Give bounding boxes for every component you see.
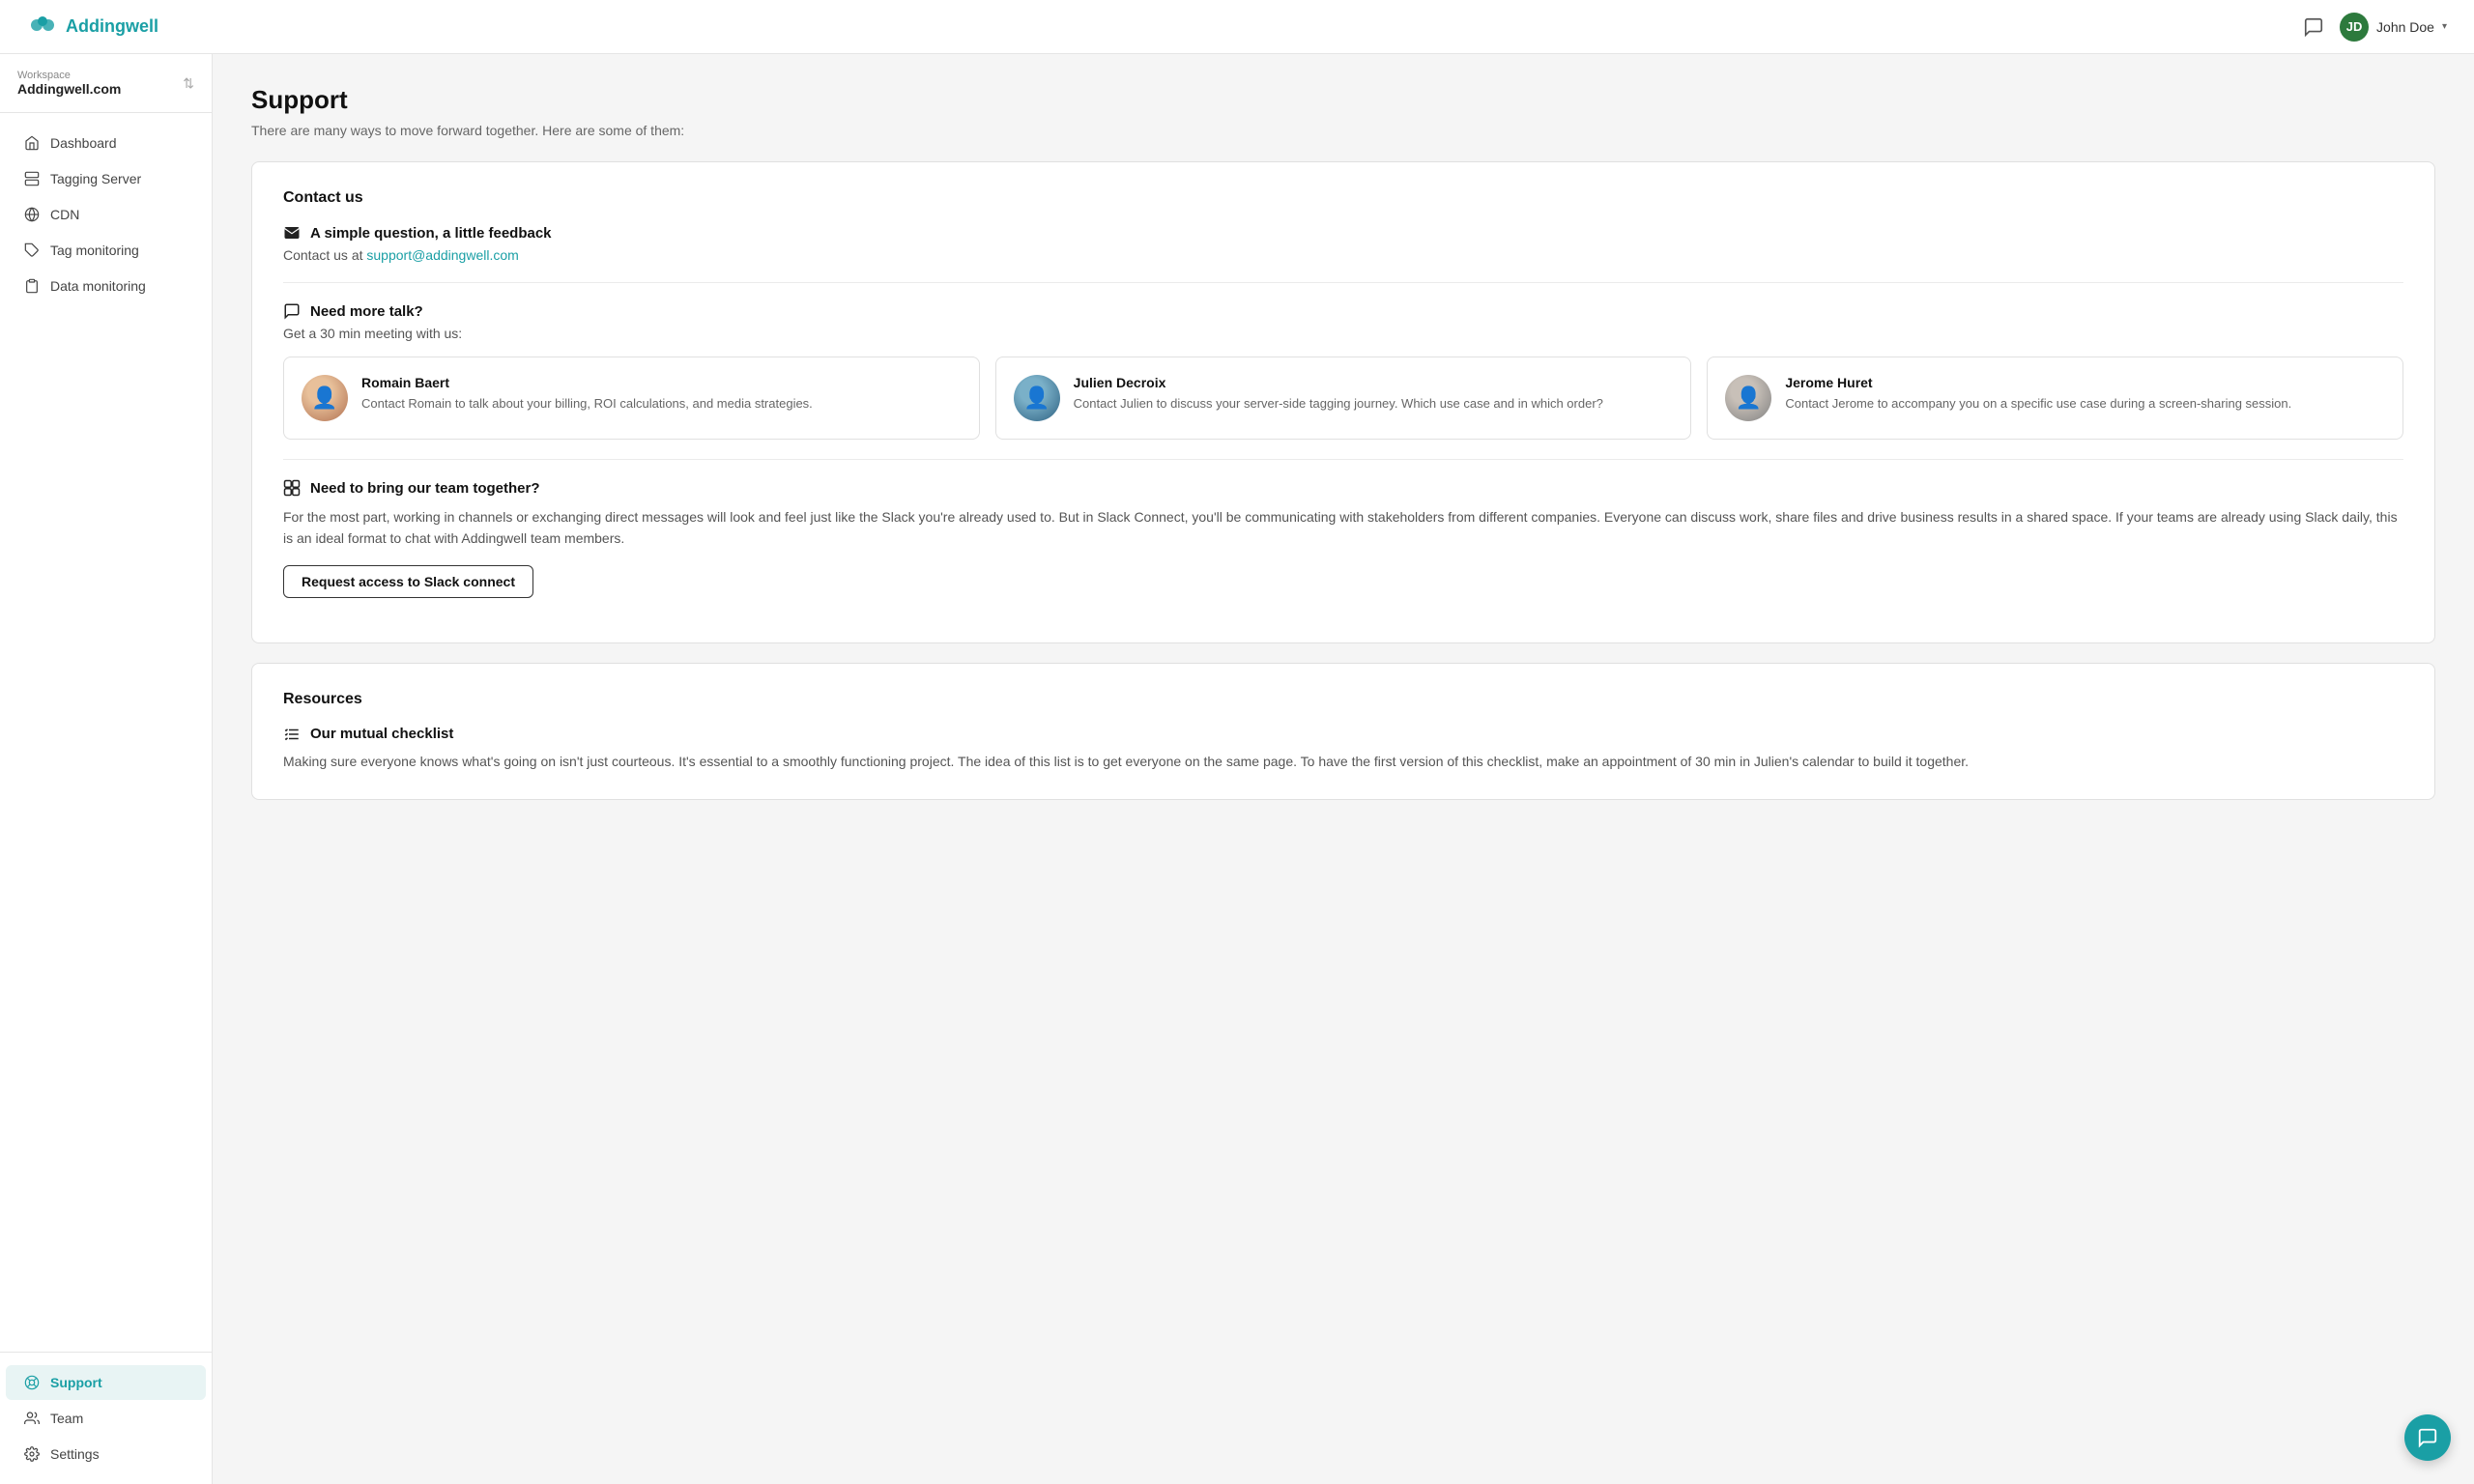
sidebar-item-support[interactable]: Support — [6, 1365, 206, 1400]
avatar-julien: 👤 — [1014, 375, 1060, 421]
globe-icon — [23, 206, 41, 223]
clipboard-icon — [23, 277, 41, 295]
meeting-card-julien[interactable]: 👤 Julien Decroix Contact Julien to discu… — [995, 357, 1692, 440]
sidebar-item-team-label: Team — [50, 1411, 83, 1426]
main-content: Support There are many ways to move forw… — [213, 54, 2474, 1484]
sidebar-item-settings-label: Settings — [50, 1446, 100, 1462]
avatar-jerome: 👤 — [1725, 375, 1771, 421]
nav-bottom-list: Support Team Settings — [0, 1360, 212, 1476]
workspace-chevron-icon: ⇅ — [183, 75, 194, 92]
meeting-info-jerome: Jerome Huret Contact Jerome to accompany… — [1785, 375, 2291, 414]
resources-card-title: Resources — [283, 691, 2403, 708]
meeting-info-julien: Julien Decroix Contact Julien to discuss… — [1074, 375, 1603, 414]
sidebar-item-tagging-server[interactable]: Tagging Server — [6, 161, 206, 196]
workspace-name: Addingwell.com — [17, 81, 121, 97]
page-title: Support — [251, 85, 2435, 115]
divider-1 — [283, 282, 2403, 283]
chat-bubble-icon — [2417, 1427, 2438, 1448]
message-icon — [2303, 16, 2324, 38]
chat-icon-button[interactable] — [2303, 16, 2324, 38]
workspace-switcher[interactable]: Workspace Addingwell.com ⇅ — [0, 54, 212, 113]
contact-card-title: Contact us — [283, 189, 2403, 207]
email-link[interactable]: support@addingwell.com — [366, 247, 518, 263]
meeting-card-jerome[interactable]: 👤 Jerome Huret Contact Jerome to accompa… — [1707, 357, 2403, 440]
meeting-info-romain: Romain Baert Contact Romain to talk abou… — [361, 375, 813, 414]
tag-icon — [23, 242, 41, 259]
resources-card: Resources Our mutual checklist Making su… — [251, 663, 2435, 800]
page-subtitle: There are many ways to move forward toge… — [251, 123, 2435, 138]
meeting-cards: 👤 Romain Baert Contact Romain to talk ab… — [283, 357, 2403, 440]
meeting-heading: Need more talk? — [283, 302, 2403, 320]
topbar-right: JD John Doe ▾ — [2303, 13, 2447, 42]
user-chevron-icon: ▾ — [2442, 21, 2447, 32]
sidebar-item-settings[interactable]: Settings — [6, 1437, 206, 1471]
sidebar: Workspace Addingwell.com ⇅ Dashboard Tag… — [0, 54, 213, 1484]
user-avatar: JD — [2340, 13, 2369, 42]
sidebar-item-data-monitoring-label: Data monitoring — [50, 278, 146, 294]
chat-bubble-button[interactable] — [2404, 1414, 2451, 1461]
sidebar-item-data-monitoring[interactable]: Data monitoring — [6, 269, 206, 303]
email-body: Contact us at support@addingwell.com — [283, 247, 2403, 263]
sidebar-item-team[interactable]: Team — [6, 1401, 206, 1436]
checklist-icon — [283, 726, 301, 743]
sidebar-item-tag-monitoring-label: Tag monitoring — [50, 243, 139, 258]
user-badge[interactable]: JD John Doe ▾ — [2340, 13, 2447, 42]
checklist-heading-text: Our mutual checklist — [310, 726, 453, 742]
slack-desc-text: For the most part, working in channels o… — [283, 506, 2403, 550]
avatar-jerome-face: 👤 — [1736, 385, 1762, 411]
sidebar-item-support-label: Support — [50, 1375, 102, 1390]
user-name: John Doe — [2376, 19, 2434, 35]
avatar-romain: 👤 — [302, 375, 348, 421]
email-heading-text: A simple question, a little feedback — [310, 225, 552, 242]
meeting-subheading: Get a 30 min meeting with us: — [283, 326, 2403, 341]
support-icon — [23, 1374, 41, 1391]
meeting-name-romain: Romain Baert — [361, 375, 813, 390]
nav-main-list: Dashboard Tagging Server CDN Tag monitor… — [0, 113, 212, 1352]
envelope-icon — [283, 224, 301, 242]
checklist-heading: Our mutual checklist — [283, 726, 2403, 743]
email-section-heading: A simple question, a little feedback — [283, 224, 2403, 242]
slack-section: Need to bring our team together? For the… — [283, 479, 2403, 598]
home-icon — [23, 134, 41, 152]
sidebar-bottom: Support Team Settings — [0, 1352, 212, 1484]
sidebar-item-dashboard-label: Dashboard — [50, 135, 117, 151]
logo[interactable]: Addingwell — [27, 12, 158, 43]
workspace-label: Workspace — [17, 70, 121, 81]
layout: Workspace Addingwell.com ⇅ Dashboard Tag… — [0, 54, 2474, 1484]
gear-icon — [23, 1445, 41, 1463]
slack-connect-button[interactable]: Request access to Slack connect — [283, 565, 533, 598]
slack-heading-text: Need to bring our team together? — [310, 480, 540, 497]
email-section: A simple question, a little feedback Con… — [283, 224, 2403, 263]
contact-card: Contact us A simple question, a little f… — [251, 161, 2435, 643]
logo-icon — [27, 12, 58, 43]
meeting-name-jerome: Jerome Huret — [1785, 375, 2291, 390]
chat-bubbles-icon — [283, 302, 301, 320]
server-icon — [23, 170, 41, 187]
sidebar-item-tag-monitoring[interactable]: Tag monitoring — [6, 233, 206, 268]
sidebar-item-tagging-server-label: Tagging Server — [50, 171, 141, 186]
meeting-desc-julien: Contact Julien to discuss your server-si… — [1074, 394, 1603, 414]
email-prefix-text: Contact us at — [283, 247, 366, 263]
avatar-romain-face: 👤 — [311, 385, 337, 411]
topbar: Addingwell JD John Doe ▾ — [0, 0, 2474, 54]
meeting-heading-text: Need more talk? — [310, 303, 423, 320]
meeting-card-romain[interactable]: 👤 Romain Baert Contact Romain to talk ab… — [283, 357, 980, 440]
logo-text: Addingwell — [66, 16, 158, 37]
users-icon — [23, 1410, 41, 1427]
sidebar-item-cdn[interactable]: CDN — [6, 197, 206, 232]
avatar-julien-face: 👤 — [1023, 385, 1050, 411]
divider-2 — [283, 459, 2403, 460]
sidebar-item-dashboard[interactable]: Dashboard — [6, 126, 206, 160]
meeting-desc-jerome: Contact Jerome to accompany you on a spe… — [1785, 394, 2291, 414]
sidebar-item-cdn-label: CDN — [50, 207, 79, 222]
meeting-desc-romain: Contact Romain to talk about your billin… — [361, 394, 813, 414]
slack-heading: Need to bring our team together? — [283, 479, 2403, 497]
meeting-section: Need more talk? Get a 30 min meeting wit… — [283, 302, 2403, 440]
slack-icon — [283, 479, 301, 497]
meeting-name-julien: Julien Decroix — [1074, 375, 1603, 390]
checklist-desc: Making sure everyone knows what's going … — [283, 751, 2403, 772]
